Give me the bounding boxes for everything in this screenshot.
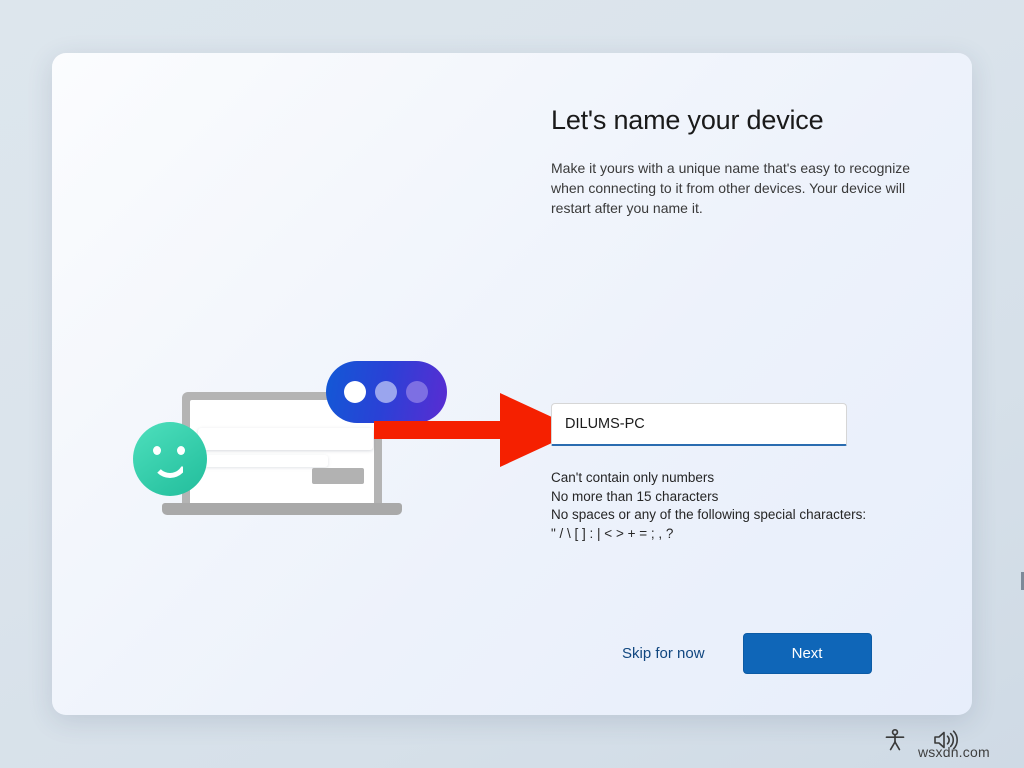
device-name-input[interactable]: [551, 403, 847, 446]
smiley-mouth: [152, 459, 188, 478]
screen-secondary-row: [198, 455, 328, 467]
validation-rule: Can't contain only numbers: [551, 469, 866, 488]
red-arrow-shaft: [374, 421, 509, 439]
next-button[interactable]: Next: [743, 633, 872, 674]
accessibility-icon[interactable]: [884, 728, 906, 757]
device-name-field-wrapper: [551, 403, 847, 446]
chat-dot-2: [375, 381, 397, 403]
laptop-base: [162, 503, 402, 515]
validation-rule: No spaces or any of the following specia…: [551, 506, 866, 525]
chat-dot-1: [344, 381, 366, 403]
page-title: Let's name your device: [551, 103, 929, 137]
footer-actions: Skip for now Next: [612, 633, 872, 674]
chat-dot-3: [406, 381, 428, 403]
validation-rules-list: Can't contain only numbers No more than …: [551, 469, 866, 543]
skip-for-now-button[interactable]: Skip for now: [612, 637, 715, 670]
site-watermark: wsxdn.com: [918, 744, 990, 760]
device-naming-illustration: [152, 283, 492, 513]
setup-panel: Let's name your device Make it yours wit…: [52, 53, 972, 715]
screen-button-shape: [312, 468, 364, 484]
page-subtitle: Make it yours with a unique name that's …: [551, 158, 911, 218]
smiley-eye-right: [177, 446, 185, 455]
content-column: Let's name your device Make it yours wit…: [551, 103, 929, 218]
smiley-face-icon: [133, 422, 207, 496]
chat-bubble-icon: [326, 361, 447, 423]
validation-rule: " / \ [ ] : | < > + = ; , ?: [551, 525, 866, 544]
screen-input-row: [198, 428, 373, 450]
smiley-eye-left: [153, 446, 161, 455]
validation-rule: No more than 15 characters: [551, 488, 866, 507]
